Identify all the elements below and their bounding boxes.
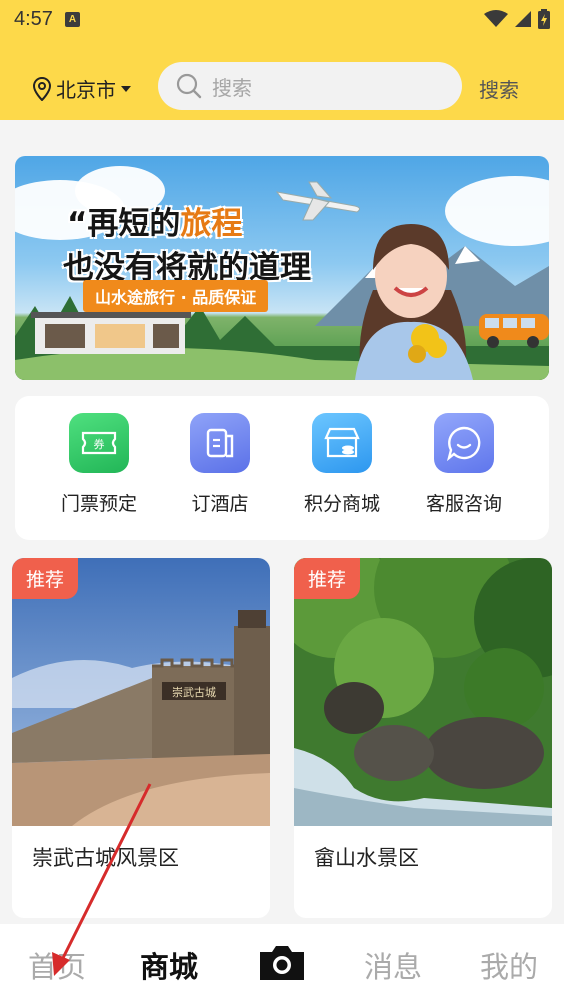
status-icons <box>484 9 550 29</box>
store-glyph <box>324 427 360 458</box>
banner-title-accent: 旅程 <box>180 206 243 242</box>
nav-mine[interactable]: 我的 <box>480 944 538 986</box>
quick-item-store[interactable]: 积分商城 <box>287 413 397 516</box>
quick-item-hotel[interactable]: 订酒店 <box>165 413 275 516</box>
quick-label-hotel: 订酒店 <box>191 493 249 515</box>
hotel-icon <box>190 413 250 473</box>
recommend-badge: 推荐 <box>12 558 79 599</box>
traveler-photo <box>355 224 473 380</box>
location-pin-icon <box>32 76 52 101</box>
banner-title-prefix: 再短的 <box>87 206 181 242</box>
banner-title-line1: “再短的旅程 <box>67 206 243 242</box>
promo-banner[interactable]: “再短的旅程 也没有将就的道理 山水途旅行 · 品质保证 <box>15 156 549 380</box>
van-illustration <box>479 314 549 348</box>
caret-down-icon <box>121 85 131 92</box>
store-icon <box>312 413 372 473</box>
quick-label-ticket: 门票预定 <box>60 493 137 515</box>
scenic-card-title: 畲山水景区 <box>314 846 419 870</box>
status-time: 4:57 <box>14 7 53 30</box>
chat-bubble-icon <box>434 413 494 473</box>
search-input[interactable]: 搜索 <box>158 62 462 110</box>
recommend-badge: 推荐 <box>294 558 361 599</box>
search-icon <box>176 73 202 99</box>
house-illustration <box>31 312 191 354</box>
quick-menu: 券 门票预定 订酒店 积分商城 客服咨询 <box>15 396 549 540</box>
chat-glyph <box>447 426 481 461</box>
quick-label-service: 客服咨询 <box>425 493 502 515</box>
ticket-glyph: 券 <box>81 431 117 455</box>
ticket-glyph-text: 券 <box>94 437 105 451</box>
battery-icon <box>538 9 550 29</box>
scenic-card[interactable]: 推荐 畲山水景区 <box>294 558 552 918</box>
notification-icon: A <box>64 11 80 27</box>
wifi-icon <box>484 10 508 27</box>
hotel-glyph <box>206 428 234 458</box>
nav-messages[interactable]: 消息 <box>364 944 422 986</box>
city-selector[interactable]: 北京市 <box>32 74 132 103</box>
annotation-arrow <box>52 783 152 976</box>
header: 北京市 搜索 搜索 <box>0 38 564 120</box>
search-button[interactable]: 搜索 <box>479 74 519 103</box>
sign-text: 崇武古城 <box>172 686 216 699</box>
camera-icon[interactable] <box>258 944 306 982</box>
ticket-icon: 券 <box>69 413 129 473</box>
banner-tag: 山水途旅行 · 品质保证 <box>83 280 269 312</box>
quick-item-ticket[interactable]: 券 门票预定 <box>44 413 154 516</box>
quick-item-service[interactable]: 客服咨询 <box>409 413 519 516</box>
search-placeholder: 搜索 <box>212 75 252 100</box>
signal-icon <box>515 11 531 27</box>
city-label: 北京市 <box>56 78 116 102</box>
quick-label-store: 积分商城 <box>303 493 380 515</box>
status-bar: 4:57 A <box>0 0 564 38</box>
